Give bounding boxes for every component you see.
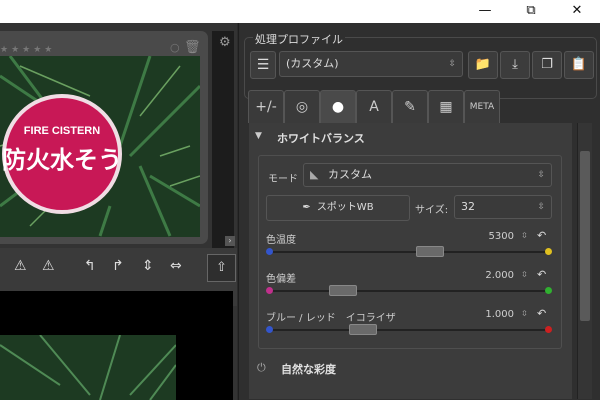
rating-stars[interactable]: ★★★★★ (0, 45, 55, 55)
collapse-triangle-icon[interactable]: ▼ (255, 131, 262, 141)
spinner-icon[interactable]: ⇳ (521, 309, 528, 318)
equalizer-slider-handle[interactable] (349, 324, 377, 335)
magenta-end-dot (266, 287, 273, 294)
equalizer-label: ブルー / レッド イコライザ (266, 313, 396, 324)
tab-transform[interactable]: ✎ (392, 90, 428, 123)
gear-icon[interactable]: ⚙ (219, 35, 231, 50)
maximize-button[interactable]: ⧉ (508, 0, 554, 23)
tint-value[interactable]: 2.000 (459, 270, 514, 281)
size-select[interactable]: 32 ⇳ (454, 195, 552, 219)
tab-color[interactable]: ● (320, 90, 356, 123)
preview-foliage (0, 335, 176, 400)
warning-icon[interactable]: ⚠ (14, 258, 27, 274)
chevron-updown-icon: ⇳ (537, 170, 545, 180)
upload-icon[interactable]: ⇧ (207, 254, 236, 282)
chevron-updown-icon: ⇳ (537, 202, 545, 212)
green-end-dot (545, 287, 552, 294)
equalizer-slider[interactable] (266, 324, 552, 335)
flip-vertical-icon[interactable]: ⇕ (142, 258, 154, 274)
trash-icon[interactable]: 🗑 (184, 40, 201, 55)
white-balance-box: モード ◣ カスタム ⇳ ✒ スポットWB サイズ: 32 ⇳ 色温度 5300 … (258, 155, 562, 349)
sign-main-text: 防火水そう (2, 146, 122, 174)
vibrance-title[interactable]: 自然な彩度 (281, 361, 336, 377)
white-balance-title[interactable]: ホワイトバランス (277, 130, 365, 146)
panel-scrollbar[interactable] (577, 123, 592, 399)
reset-icon[interactable]: ↶ (537, 268, 546, 281)
rotate-right-icon[interactable]: ↱ (112, 258, 124, 274)
power-icon[interactable]: ⏻ (257, 361, 266, 375)
close-button[interactable]: ✕ (554, 0, 600, 23)
save-profile-icon[interactable]: ⤓ (500, 51, 530, 79)
thumbnail-image[interactable]: FIRE CISTERN 防火水そう (0, 56, 200, 237)
left-panel: ★★★★★ ○ 🗑 FIRE CISTERN 防火水そう ⚙ › ⚠ ⚠ ↰ ↱… (0, 23, 237, 400)
warning-outline-icon[interactable]: ⚠ (42, 258, 55, 274)
copy-profile-icon[interactable]: ❐ (532, 51, 562, 79)
temperature-label: 色温度 (266, 235, 296, 246)
mode-label: モード (268, 174, 298, 185)
size-select-value: 32 (461, 200, 475, 213)
open-folder-icon[interactable]: 📁 (468, 51, 498, 79)
temperature-slider-handle[interactable] (416, 246, 444, 257)
profile-select-value: (カスタム) (286, 57, 339, 70)
spinner-icon[interactable]: ⇳ (521, 270, 528, 279)
eyedropper-icon: ✒ (302, 202, 311, 213)
profile-list-icon[interactable]: ☰ (250, 51, 276, 79)
chevron-updown-icon: ⇳ (448, 59, 456, 69)
tint-slider[interactable] (266, 285, 552, 296)
minimize-button[interactable]: — (462, 0, 508, 23)
profile-title: 処理プロファイル (253, 31, 345, 47)
rotate-left-icon[interactable]: ↰ (84, 258, 96, 274)
spinner-icon[interactable]: ⇳ (521, 231, 528, 240)
tab-advanced[interactable]: A (356, 90, 392, 123)
flip-horizontal-icon[interactable]: ⇔ (170, 258, 182, 274)
tint-slider-handle[interactable] (329, 285, 357, 296)
scrollbar-thumb[interactable] (580, 151, 590, 321)
red-end-dot (545, 326, 552, 333)
reset-icon[interactable]: ↶ (537, 229, 546, 242)
blue-end-dot (266, 326, 273, 333)
filmstrip-scroll[interactable] (212, 31, 234, 249)
window-titlebar: — ⧉ ✕ (0, 0, 600, 23)
blue-end-dot (266, 248, 273, 255)
sign-top-text: FIRE CISTERN (24, 125, 100, 137)
profile-select[interactable]: (カスタム) ⇳ (279, 51, 463, 77)
temperature-slider[interactable] (266, 246, 552, 257)
spot-wb-label: スポットWB (316, 202, 374, 213)
equalizer-value[interactable]: 1.000 (459, 309, 514, 320)
tab-metadata[interactable]: META (464, 90, 500, 123)
tab-raw[interactable]: ▦ (428, 90, 464, 123)
mode-select[interactable]: ◣ カスタム ⇳ (303, 163, 552, 187)
yellow-end-dot (545, 248, 552, 255)
reset-icon[interactable]: ↶ (537, 307, 546, 320)
tab-detail[interactable]: ◎ (284, 90, 320, 123)
foliage-image: FIRE CISTERN 防火水そう (0, 56, 200, 237)
wb-mode-icon: ◣ (310, 168, 319, 181)
size-label: サイズ: (415, 205, 449, 216)
tab-exposure[interactable]: +/- (248, 90, 284, 123)
temperature-value[interactable]: 5300 (459, 231, 514, 242)
color-panel: ▼ ホワイトバランス モード ◣ カスタム ⇳ ✒ スポットWB サイズ: 32 … (249, 123, 572, 399)
scroll-right-arrow-icon[interactable]: › (225, 236, 235, 246)
right-panel: 処理プロファイル ☰ (カスタム) ⇳ 📁 ⤓ ❐ 📋 +/- ◎ ● A ✎ … (238, 23, 600, 400)
tint-label: 色偏差 (266, 274, 296, 285)
mode-select-value: カスタム (327, 168, 372, 181)
preview-image[interactable] (0, 335, 176, 400)
spot-wb-button[interactable]: ✒ スポットWB (266, 195, 410, 221)
unranked-icon[interactable]: ○ (170, 41, 180, 54)
paste-profile-icon[interactable]: 📋 (564, 51, 594, 79)
